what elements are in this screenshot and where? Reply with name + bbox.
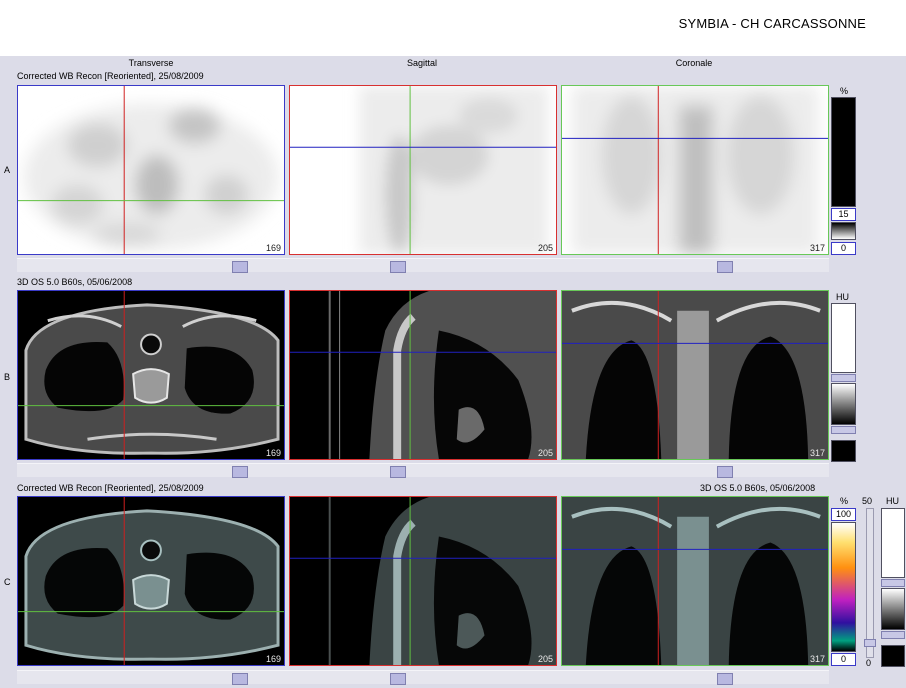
- viewport-c-sagittal[interactable]: 205: [289, 496, 557, 666]
- fusion-sagittal-image: [290, 497, 556, 665]
- slice-index-c-transverse: 169: [265, 654, 281, 664]
- pet-sagittal-image: [290, 86, 556, 254]
- fusion-coronal-image: [562, 497, 828, 665]
- scale-b-gradient: [831, 383, 856, 425]
- viewport-a-transverse[interactable]: 169: [17, 85, 285, 255]
- scroll-thumb-c-transverse[interactable]: [232, 673, 248, 685]
- scale-a-gradient: [831, 222, 856, 240]
- scale-c-slider-bottom-value: 0: [866, 658, 872, 668]
- row-b-scrollbar[interactable]: [17, 463, 829, 478]
- scale-c-hu-level-handle[interactable]: [881, 579, 905, 587]
- viewport-a-coronal[interactable]: 317: [561, 85, 829, 255]
- scroll-thumb-a-sagittal[interactable]: [390, 261, 406, 273]
- scale-c-hu-window-handle[interactable]: [881, 631, 905, 639]
- row-b-label: B: [4, 372, 11, 382]
- scroll-thumb-c-sagittal[interactable]: [390, 673, 406, 685]
- viewport-b-coronal[interactable]: 317: [561, 290, 829, 460]
- row-b-caption: 3D OS 5.0 B60s, 05/06/2008: [17, 277, 133, 287]
- column-title-coronal: Coronale: [675, 58, 713, 68]
- ct-transverse-image: [18, 291, 284, 459]
- scale-c-hu-bottom: [881, 645, 905, 667]
- viewport-b-sagittal[interactable]: 205: [289, 290, 557, 460]
- scale-c-hu-colorbar[interactable]: [881, 508, 905, 578]
- slice-index-b-coronal: 317: [809, 448, 825, 458]
- scale-a-top-value[interactable]: 15: [831, 208, 856, 221]
- row-c-scrollbar[interactable]: [17, 670, 829, 685]
- viewport-b-transverse[interactable]: 169: [17, 290, 285, 460]
- fusion-transverse-image: [18, 497, 284, 665]
- scale-c-pct-unit: %: [840, 496, 849, 506]
- scroll-thumb-b-transverse[interactable]: [232, 466, 248, 478]
- scale-a-unit: %: [840, 86, 849, 96]
- scroll-thumb-a-coronal[interactable]: [717, 261, 733, 273]
- scroll-thumb-b-coronal[interactable]: [717, 466, 733, 478]
- scroll-thumb-c-coronal[interactable]: [717, 673, 733, 685]
- slice-index-transverse: 169: [265, 243, 281, 253]
- header: SYMBIA - CH CARCASSONNE: [0, 0, 906, 56]
- scale-c-colorbar[interactable]: [831, 522, 856, 652]
- scale-b-window-handle[interactable]: [831, 426, 856, 434]
- scale-c-top-value[interactable]: 100: [831, 508, 856, 521]
- slice-index-b-transverse: 169: [265, 448, 281, 458]
- row-c-caption-right: 3D OS 5.0 B60s, 05/06/2008: [700, 483, 816, 493]
- viewport-c-coronal[interactable]: 317: [561, 496, 829, 666]
- slice-index-c-sagittal: 205: [537, 654, 553, 664]
- pet-transverse-image: [18, 86, 284, 254]
- ct-sagittal-image: [290, 291, 556, 459]
- row-a-scrollbar[interactable]: [17, 258, 829, 273]
- slice-index-b-sagittal: 205: [537, 448, 553, 458]
- scale-b-bottom: [831, 440, 856, 462]
- site-title: SYMBIA - CH CARCASSONNE: [678, 16, 866, 31]
- fusion-blend-slider[interactable]: [864, 508, 876, 658]
- slice-index-coronal: 317: [809, 243, 825, 253]
- column-title-sagittal: Sagittal: [406, 58, 438, 68]
- scale-c-bottom-value[interactable]: 0: [831, 653, 856, 666]
- scale-b-colorbar[interactable]: [831, 303, 856, 373]
- scale-c-hu-gradient: [881, 588, 905, 630]
- scale-c-slider-top-value: 50: [862, 496, 873, 506]
- row-c-label: C: [4, 577, 11, 587]
- viewport-c-transverse[interactable]: 169: [17, 496, 285, 666]
- pet-coronal-image: [562, 86, 828, 254]
- scale-b-level-handle[interactable]: [831, 374, 856, 382]
- scroll-thumb-a-transverse[interactable]: [232, 261, 248, 273]
- row-a-label: A: [4, 165, 11, 175]
- scale-c-hu-unit: HU: [886, 496, 899, 506]
- slice-index-sagittal: 205: [537, 243, 553, 253]
- fusion-blend-slider-thumb[interactable]: [864, 639, 876, 647]
- scroll-thumb-b-sagittal[interactable]: [390, 466, 406, 478]
- scale-a-bottom-value[interactable]: 0: [831, 242, 856, 255]
- row-c-caption-left: Corrected WB Recon [Reoriented], 25/08/2…: [17, 483, 204, 493]
- row-a-caption: Corrected WB Recon [Reoriented], 25/08/2…: [17, 71, 204, 81]
- viewport-a-sagittal[interactable]: 205: [289, 85, 557, 255]
- slice-index-c-coronal: 317: [809, 654, 825, 664]
- scale-a-colorbar[interactable]: [831, 97, 856, 207]
- scale-b-unit: HU: [836, 292, 849, 302]
- ct-coronal-image: [562, 291, 828, 459]
- column-title-transverse: Transverse: [128, 58, 174, 68]
